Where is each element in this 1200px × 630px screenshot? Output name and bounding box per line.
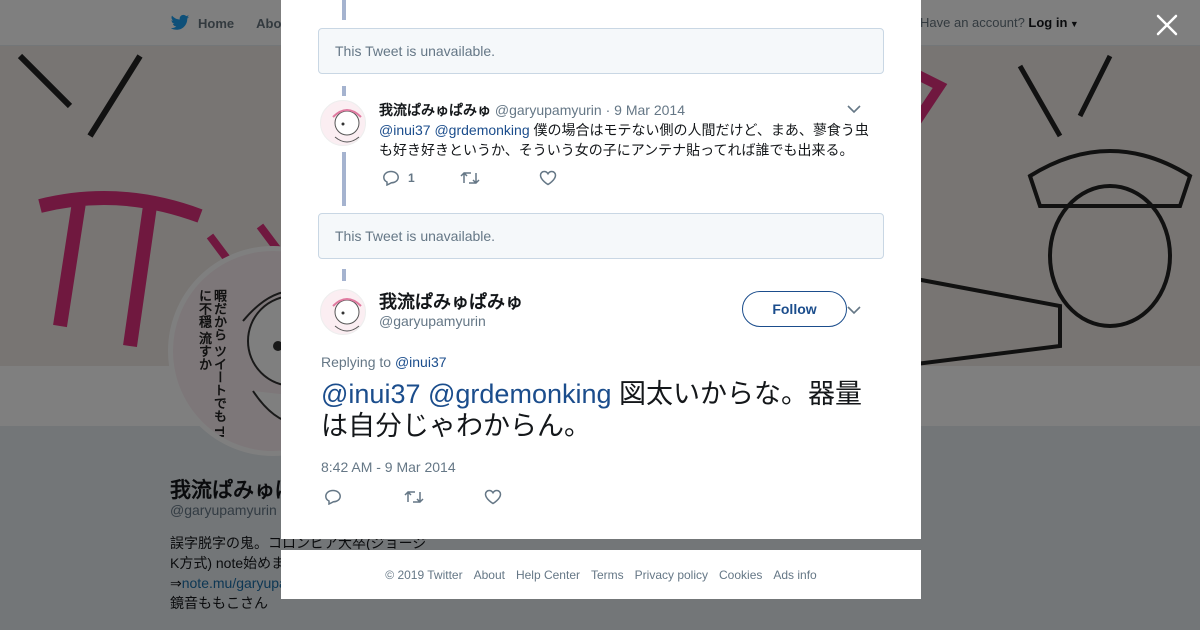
footer-link-terms[interactable]: Terms <box>591 568 624 582</box>
close-icon[interactable] <box>1154 12 1180 38</box>
like-button[interactable] <box>484 489 502 505</box>
main-tweet-actions <box>324 489 524 511</box>
reply-tweet-date[interactable]: 9 Mar 2014 <box>614 102 685 118</box>
chevron-down-icon[interactable] <box>847 104 861 114</box>
avatar-illustration <box>332 298 362 332</box>
unavailable-tweet-notice: This Tweet is unavailable. <box>318 28 884 74</box>
modal-footer: © 2019 Twitter About Help Center Terms P… <box>281 550 921 599</box>
avatar-illustration <box>332 109 362 143</box>
reply-icon <box>325 489 341 505</box>
reply-tweet-name[interactable]: 我流ぱみゅぱみゅ <box>379 102 491 118</box>
reply-tweet-handle[interactable]: @garyupamyurin <box>495 102 602 118</box>
retweet-button[interactable] <box>460 170 480 186</box>
main-tweet: 我流ぱみゅぱみゅ @garyupamyurin Follow Replying … <box>318 285 884 525</box>
reply-icon <box>383 170 399 186</box>
main-tweet-name[interactable]: 我流ぱみゅぱみゅ <box>379 288 523 314</box>
replying-prefix: Replying to <box>321 354 392 370</box>
footer-link-ads-info[interactable]: Ads info <box>773 568 816 582</box>
mention-link[interactable]: @grdemonking <box>434 122 529 138</box>
main-tweet-timestamp[interactable]: 8:42 AM - 9 Mar 2014 <box>321 459 456 475</box>
like-icon <box>539 170 557 186</box>
footer-link-cookies[interactable]: Cookies <box>719 568 762 582</box>
reply-tweet-avatar[interactable] <box>320 100 366 146</box>
reply-tweet-header: 我流ぱみゅぱみゅ @garyupamyurin · 9 Mar 2014 <box>379 100 685 120</box>
chevron-down-icon[interactable] <box>847 305 861 315</box>
reply-button[interactable] <box>324 489 342 505</box>
thread-line <box>342 86 346 96</box>
reply-tweet-text: @inui37 @grdemonking 僕の場合はモテない側の人間だけど、まあ… <box>379 120 879 160</box>
mention-link[interactable]: @inui37 <box>321 379 420 409</box>
mention-link[interactable]: @inui37 <box>379 122 431 138</box>
reply-tweet-separator: · <box>605 102 611 118</box>
like-icon <box>484 489 502 505</box>
mention-link[interactable]: @grdemonking <box>428 379 612 409</box>
unavailable-tweet-notice: This Tweet is unavailable. <box>318 213 884 259</box>
thread-line <box>342 269 346 281</box>
retweet-button[interactable] <box>404 489 424 505</box>
footer-link-privacy[interactable]: Privacy policy <box>635 568 708 582</box>
follow-button[interactable]: Follow <box>742 291 847 327</box>
retweet-icon <box>404 490 424 504</box>
main-tweet-avatar[interactable] <box>320 289 366 335</box>
reply-tweet-actions: 1 <box>382 170 582 190</box>
footer-copyright: © 2019 Twitter <box>385 567 463 582</box>
footer-link-about[interactable]: About <box>474 568 505 582</box>
replying-to-link[interactable]: @inui37 <box>395 354 447 370</box>
retweet-icon <box>460 171 480 185</box>
main-tweet-text: @inui37 @grdemonking 図太いからな。器量は自分じゃわからん。 <box>321 378 887 442</box>
thread-line <box>342 0 346 20</box>
main-tweet-handle[interactable]: @garyupamyurin <box>379 313 486 329</box>
thread-line <box>342 152 346 206</box>
reply-button[interactable]: 1 <box>382 170 415 186</box>
footer-link-help-center[interactable]: Help Center <box>516 568 580 582</box>
reply-count: 1 <box>408 171 415 185</box>
tweet-modal: This Tweet is unavailable. 我流ぱみゅぱみゅ @gar… <box>281 0 921 539</box>
replying-to: Replying to @inui37 <box>321 354 447 370</box>
like-button[interactable] <box>539 170 557 186</box>
